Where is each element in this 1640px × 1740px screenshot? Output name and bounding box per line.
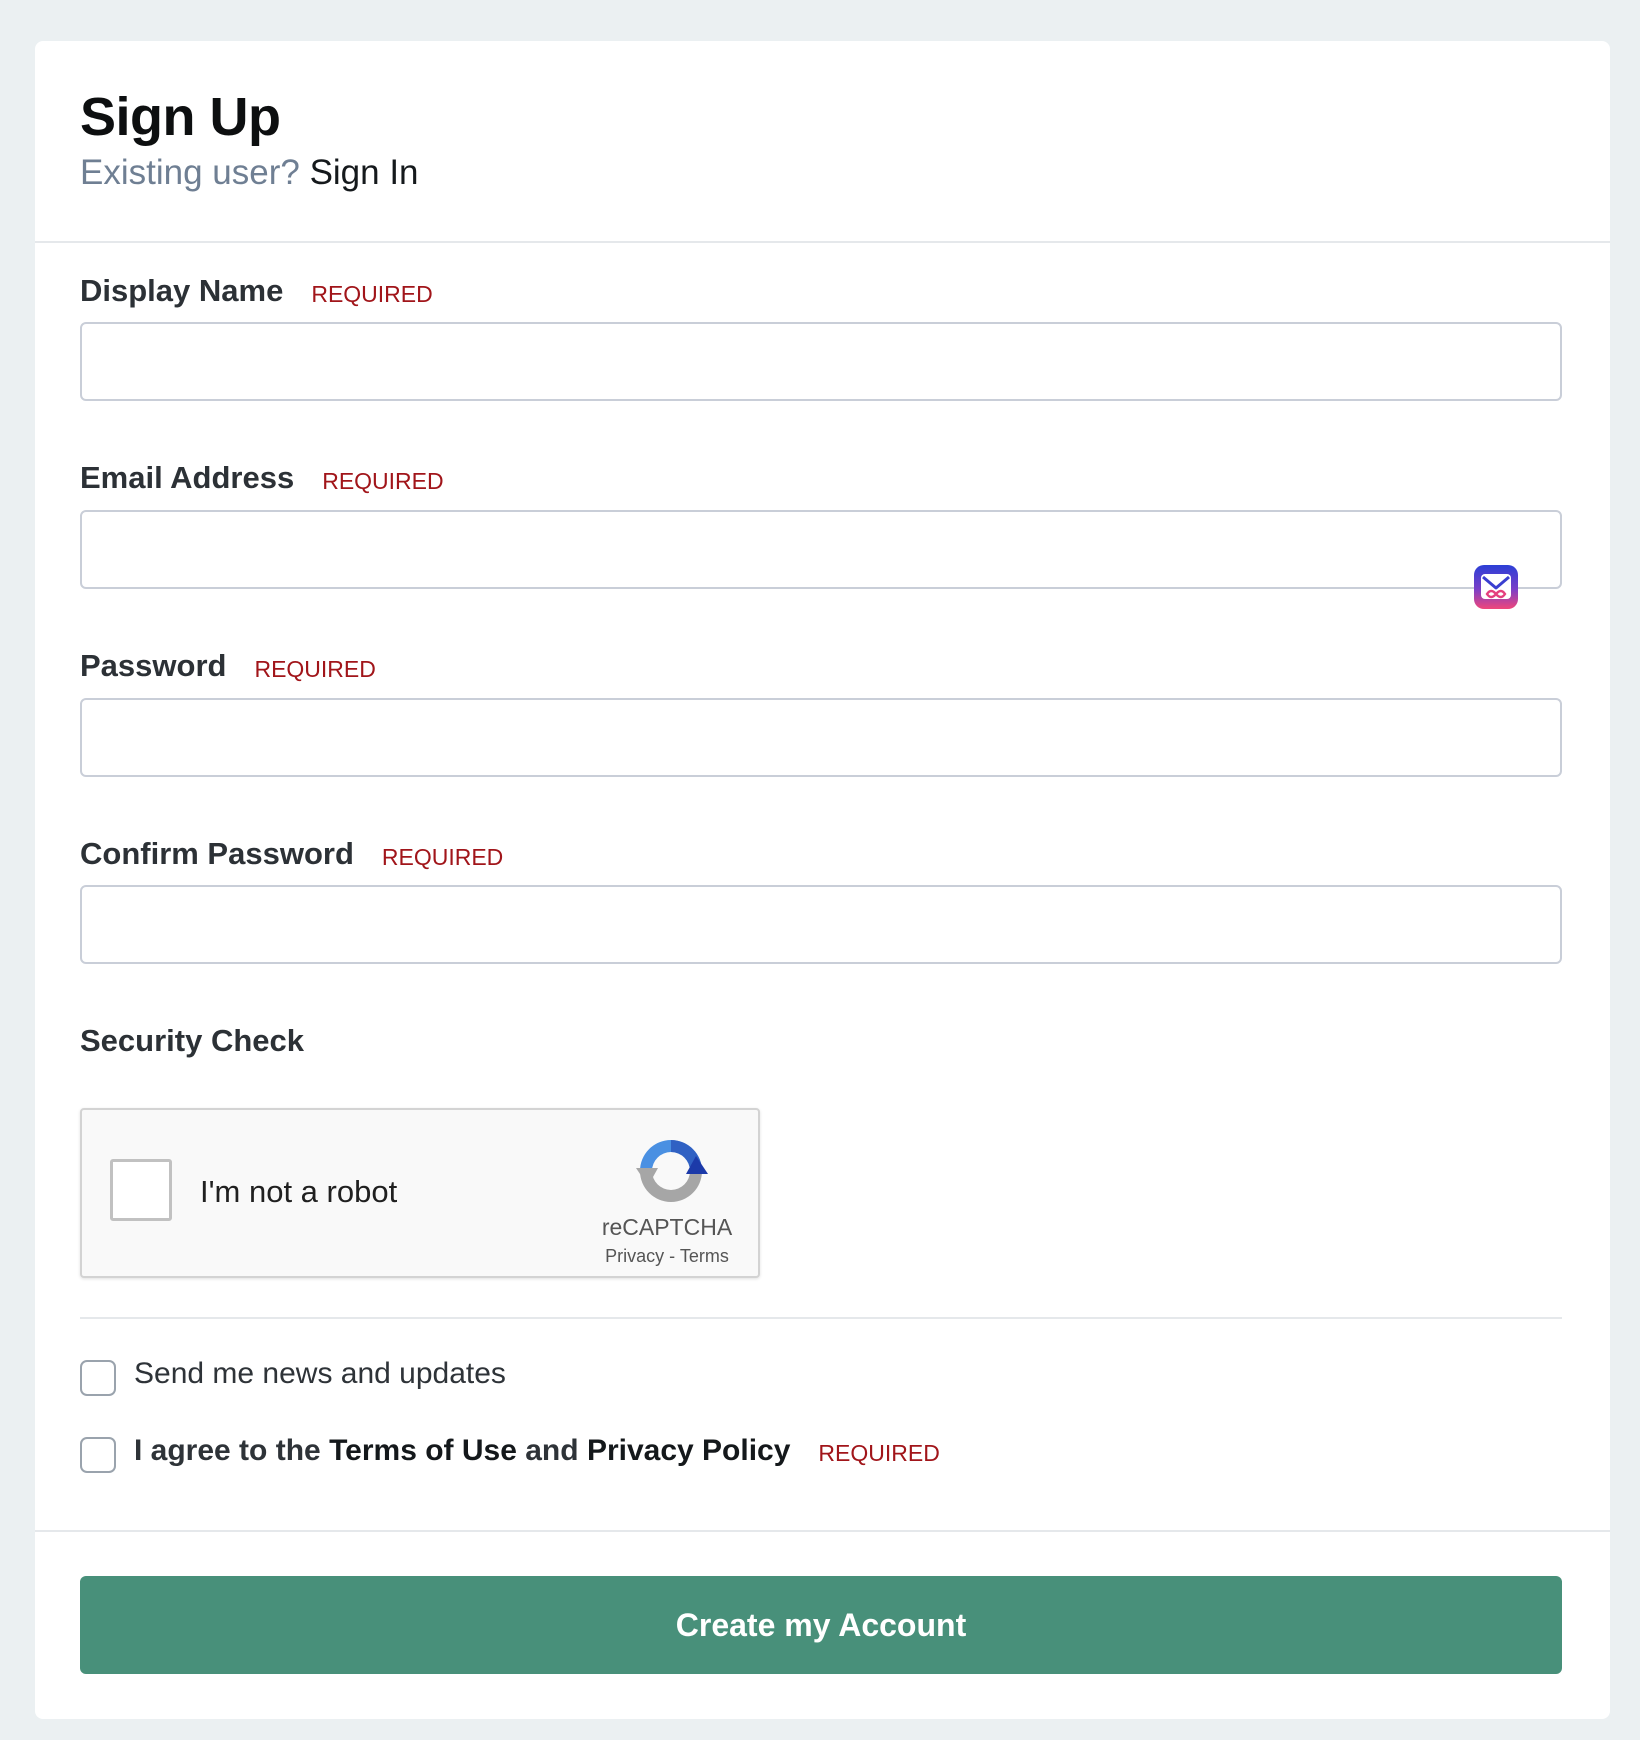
display-name-label: Display Name REQUIRED xyxy=(80,273,433,309)
agree-checkbox[interactable] xyxy=(80,1437,116,1473)
recaptcha-terms-link[interactable]: Terms xyxy=(680,1246,729,1266)
news-checkbox[interactable] xyxy=(80,1360,116,1396)
existing-user-prompt: Existing user? Sign In xyxy=(80,153,419,193)
confirm-password-label-text: Confirm Password xyxy=(80,836,354,871)
email-label-text: Email Address xyxy=(80,460,295,495)
card-header: Sign Up Existing user? Sign In xyxy=(35,41,1610,243)
recaptcha-checkbox[interactable] xyxy=(110,1159,172,1221)
security-check-label: Security Check xyxy=(80,1023,304,1058)
agree-prefix: I agree to the xyxy=(134,1434,321,1467)
email-input[interactable] xyxy=(80,510,1562,589)
section-divider xyxy=(80,1317,1562,1319)
recaptcha-brand: reCAPTCHA xyxy=(601,1214,733,1240)
display-name-input[interactable] xyxy=(80,322,1562,401)
privacy-policy-link[interactable]: Privacy Policy xyxy=(587,1434,790,1467)
required-badge: REQUIRED xyxy=(818,1440,940,1466)
email-extension-icon[interactable] xyxy=(1473,564,1519,610)
footer-divider xyxy=(35,1530,1610,1532)
recaptcha-link-separator: - xyxy=(669,1246,676,1266)
terms-of-use-link[interactable]: Terms of Use xyxy=(329,1434,517,1467)
agree-checkbox-label: I agree to the Terms of Use and Privacy … xyxy=(134,1434,940,1468)
confirm-password-label: Confirm Password REQUIRED xyxy=(80,836,503,872)
password-input[interactable] xyxy=(80,698,1562,777)
required-badge: REQUIRED xyxy=(254,656,376,682)
display-name-label-text: Display Name xyxy=(80,273,284,308)
news-checkbox-label[interactable]: Send me news and updates xyxy=(134,1357,506,1391)
sign-in-link[interactable]: Sign In xyxy=(310,153,419,192)
existing-user-text: Existing user? xyxy=(80,153,300,192)
agree-and-text: and xyxy=(525,1434,579,1467)
confirm-password-input[interactable] xyxy=(80,885,1562,964)
recaptcha-label: I'm not a robot xyxy=(200,1174,398,1209)
password-label: Password REQUIRED xyxy=(80,648,376,684)
email-label: Email Address REQUIRED xyxy=(80,460,444,496)
page-title: Sign Up xyxy=(80,87,281,147)
required-badge: REQUIRED xyxy=(322,468,444,494)
password-label-text: Password xyxy=(80,648,227,683)
recaptcha-widget: I'm not a robot reCAPTCHA Privacy - Term… xyxy=(80,1108,760,1278)
signup-card: Sign Up Existing user? Sign In Display N… xyxy=(35,41,1610,1719)
recaptcha-links: Privacy - Terms xyxy=(582,1246,752,1267)
recaptcha-privacy-link[interactable]: Privacy xyxy=(605,1246,664,1266)
create-account-button[interactable]: Create my Account xyxy=(80,1576,1562,1674)
required-badge: REQUIRED xyxy=(311,281,433,307)
required-badge: REQUIRED xyxy=(381,844,504,870)
recaptcha-logo-icon xyxy=(634,1134,708,1208)
